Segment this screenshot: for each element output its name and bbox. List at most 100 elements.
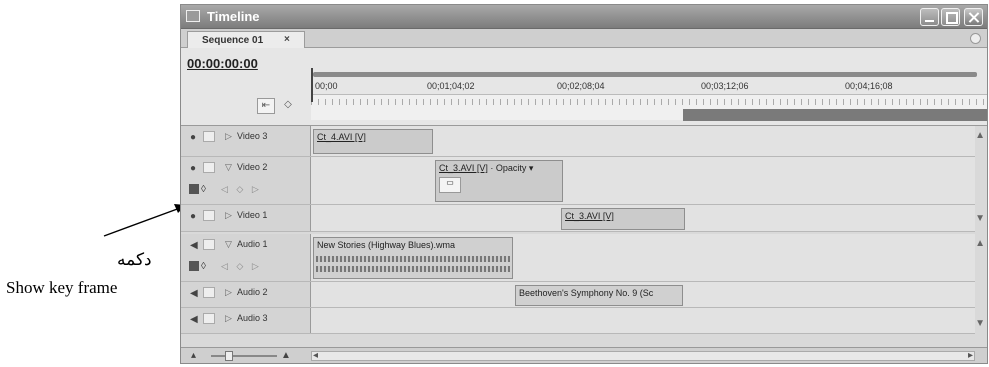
expand-icon[interactable]: ▷: [225, 131, 232, 142]
annotation-label-persian: دکمه: [117, 250, 152, 269]
clip-name: Ct_4.AVI [V]: [317, 132, 366, 142]
panel-menu-button[interactable]: [970, 33, 981, 44]
track-name: Audio 1: [237, 239, 268, 249]
show-keyframes-button[interactable]: [189, 261, 199, 271]
track-lane-video-2[interactable]: Ct_3.AVI [V] · Opacity ▾ ▭: [311, 157, 975, 204]
expand-icon[interactable]: ▷: [225, 313, 232, 324]
lock-toggle[interactable]: [203, 313, 215, 324]
eye-icon[interactable]: ●: [190, 211, 196, 222]
keyframe-navigator[interactable]: ◁ ◇ ▷: [221, 261, 262, 272]
display-style-icon[interactable]: ◊: [201, 184, 206, 195]
scroll-down-icon[interactable]: ▼: [975, 213, 985, 224]
track-lane-audio-3[interactable]: [311, 308, 975, 333]
track-name: Video 2: [237, 162, 268, 172]
track-lane-video-1[interactable]: Ct_3.AVI [V]: [311, 205, 975, 231]
tab-sequence-01[interactable]: Sequence 01 ×: [187, 31, 305, 48]
clip[interactable]: Beethoven's Symphony No. 9 (Sc: [515, 285, 683, 306]
timeline-app-icon: [186, 10, 200, 22]
scroll-right-icon[interactable]: ▸: [968, 350, 973, 361]
annotation-label-show-keyframe: Show key frame: [6, 278, 118, 297]
clip[interactable]: Ct_4.AVI [V]: [313, 129, 433, 154]
zoom-out-icon[interactable]: ▴: [191, 350, 196, 361]
track-audio-1: ◀ ▽ Audio 1 ◊ ◁ ◇ ▷ New Stories (Highway…: [181, 234, 985, 282]
zoom-slider-thumb[interactable]: [225, 351, 233, 361]
lock-toggle[interactable]: [203, 210, 215, 221]
track-header-video-2: ● ▽ Video 2 ◊ ◁ ◇ ▷: [181, 157, 311, 204]
track-video-2: ● ▽ Video 2 ◊ ◁ ◇ ▷ Ct_3.AVI [V] · Opaci…: [181, 157, 975, 205]
track-lane-video-3[interactable]: Ct_4.AVI [V]: [311, 126, 975, 156]
track-header-video-1: ● ▷ Video 1: [181, 205, 311, 231]
lock-toggle[interactable]: [203, 131, 215, 142]
window-title: Timeline: [207, 9, 260, 24]
playhead[interactable]: [311, 68, 313, 102]
scroll-down-icon[interactable]: ▼: [975, 318, 985, 329]
snap-button[interactable]: ⇤: [257, 98, 275, 114]
maximize-button[interactable]: [941, 8, 960, 26]
track-name: Audio 3: [237, 313, 268, 323]
timeline-window: Timeline Sequence 01 × 00:00:00:00 ⇤ ◇ 0…: [180, 4, 988, 364]
clip-name: Beethoven's Symphony No. 9 (Sc: [519, 288, 654, 298]
close-button[interactable]: [964, 8, 983, 26]
time-ruler[interactable]: 00;00 00;01;04;02 00;02;08;04 00;03;12;0…: [311, 48, 987, 126]
ruler-label: 00;03;12;06: [701, 81, 749, 91]
timeline-header: 00:00:00:00 ⇤ ◇ 00;00 00;01;04;02 00;02;…: [181, 48, 987, 126]
scroll-left-icon[interactable]: ◂: [313, 350, 318, 361]
track-video-1: ● ▷ Video 1 Ct_3.AVI [V] ▼: [181, 205, 985, 232]
ruler-scale[interactable]: [311, 94, 987, 121]
expand-icon[interactable]: ▷: [225, 210, 232, 221]
track-lane-audio-2[interactable]: Beethoven's Symphony No. 9 (Sc: [311, 282, 975, 307]
bottom-bar: ▴ ▲ ◂ ▸: [181, 347, 987, 363]
clip[interactable]: Ct_3.AVI [V] · Opacity ▾ ▭: [435, 160, 563, 202]
annotation-arrow-line: [103, 207, 181, 237]
collapse-icon[interactable]: ▽: [225, 162, 232, 173]
tab-close-icon[interactable]: ×: [284, 34, 290, 45]
clip[interactable]: New Stories (Highway Blues).wma: [313, 237, 513, 279]
tab-label: Sequence 01: [202, 35, 264, 46]
keyframe-navigator[interactable]: ◁ ◇ ▷: [221, 184, 262, 195]
track-header-video-3: ● ▷ Video 3: [181, 126, 311, 156]
lock-toggle[interactable]: [203, 162, 215, 173]
tab-strip: Sequence 01 ×: [181, 29, 987, 48]
viewing-area-bar[interactable]: [313, 72, 977, 77]
lock-toggle[interactable]: [203, 287, 215, 298]
speaker-icon[interactable]: ◀: [190, 314, 198, 325]
current-timecode[interactable]: 00:00:00:00: [187, 56, 258, 71]
opacity-dropdown[interactable]: · Opacity ▾: [488, 163, 533, 173]
clip-name: Ct_3.AVI [V]: [565, 211, 614, 221]
eye-icon[interactable]: ●: [190, 163, 196, 174]
lock-toggle[interactable]: [203, 239, 215, 250]
horizontal-scrollbar[interactable]: ◂ ▸: [311, 350, 975, 361]
track-header-audio-3: ◀ ▷ Audio 3: [181, 308, 311, 333]
expand-icon[interactable]: ▷: [225, 287, 232, 298]
speaker-icon[interactable]: ◀: [190, 240, 198, 251]
speaker-icon[interactable]: ◀: [190, 288, 198, 299]
clip-thumbnail: ▭: [439, 177, 461, 193]
track-lane-audio-1[interactable]: New Stories (Highway Blues).wma: [311, 234, 975, 281]
scroll-up-icon[interactable]: ▲: [975, 238, 985, 249]
track-audio-3: ◀ ▷ Audio 3 ▼: [181, 308, 985, 334]
ruler-label: 00;01;04;02: [427, 81, 475, 91]
track-header-audio-2: ◀ ▷ Audio 2: [181, 282, 311, 307]
set-marker-button[interactable]: ◇: [279, 98, 297, 114]
track-name: Video 3: [237, 131, 268, 141]
work-area-bar[interactable]: [683, 109, 987, 121]
minimize-button[interactable]: [920, 8, 939, 26]
zoom-in-icon[interactable]: ▲: [281, 350, 291, 361]
waveform-right: [316, 266, 510, 272]
clip[interactable]: Ct_3.AVI [V]: [561, 208, 685, 230]
display-style-icon[interactable]: ◊: [201, 261, 206, 272]
zoom-slider[interactable]: [211, 355, 277, 357]
waveform-left: [316, 256, 510, 262]
track-header-audio-1: ◀ ▽ Audio 1 ◊ ◁ ◇ ▷: [181, 234, 311, 281]
ruler-label: 00;00: [315, 81, 338, 91]
collapse-icon[interactable]: ▽: [225, 239, 232, 250]
scroll-up-icon[interactable]: ▲: [975, 130, 985, 141]
track-audio-2: ◀ ▷ Audio 2 Beethoven's Symphony No. 9 (…: [181, 282, 975, 308]
track-name: Video 1: [237, 210, 268, 220]
show-keyframes-button[interactable]: [189, 184, 199, 194]
ruler-ticks: [311, 99, 987, 105]
ruler-label: 00;02;08;04: [557, 81, 605, 91]
ruler-label: 00;04;16;08: [845, 81, 893, 91]
eye-icon[interactable]: ●: [190, 132, 196, 143]
clip-name: Ct_3.AVI [V]: [439, 163, 488, 173]
